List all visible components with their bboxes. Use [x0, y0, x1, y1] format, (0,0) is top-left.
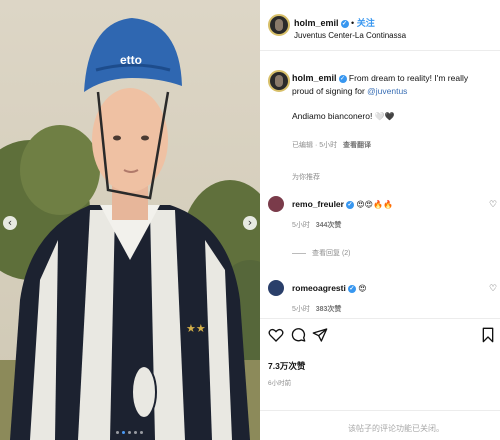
photo-illustration: etto ★★ [0, 0, 260, 440]
comment-row: remo_freuler ✓ 😍😍🔥🔥 [292, 199, 393, 209]
post-actions-bar [260, 318, 500, 389]
comment-username[interactable]: romeoagresti [292, 283, 346, 293]
comment-avatar[interactable] [268, 196, 284, 212]
share-icon[interactable] [312, 327, 328, 343]
verified-icon: ✓ [347, 284, 356, 293]
caption-emoji: 🤍🖤 [374, 112, 395, 121]
view-replies-link[interactable]: 查看回复 (2) [292, 248, 351, 258]
verified-icon: ✓ [338, 74, 347, 83]
svg-text:★★: ★★ [186, 322, 206, 335]
previous-photo-button[interactable]: ‹ [3, 216, 17, 230]
edited-label: 已编辑 [292, 142, 313, 149]
next-photo-button[interactable]: › [243, 216, 257, 230]
caption-line-2: Andiamo bianconero! [292, 111, 375, 121]
caption-author-username[interactable]: holm_emil [292, 73, 337, 83]
carousel-dot [134, 431, 137, 434]
comment-like-heart-icon[interactable]: ♡ [489, 284, 497, 294]
post-caption: holm_emil ✓ From dream to reality! I'm re… [292, 72, 492, 123]
verified-icon: ✓ [340, 19, 349, 28]
caption-author-avatar[interactable] [268, 70, 290, 92]
post-header: holm_emil ✓ • 关注 Juventus Center-La Conti… [260, 0, 500, 51]
carousel-dot [116, 431, 119, 434]
comment-time: 5小时 [292, 306, 310, 313]
follow-button[interactable]: 关注 [357, 18, 375, 28]
comment-username[interactable]: remo_freuler [292, 199, 344, 209]
comment-meta: 5小时 383次赞 [292, 304, 341, 314]
comment-row: romeoagresti ✓ 😍 [292, 283, 367, 293]
comment-meta: 5小时 344次赞 [292, 220, 341, 230]
helmet-brand-text: etto [120, 53, 142, 67]
post-location[interactable]: Juventus Center-La Continassa [294, 31, 406, 40]
heart-icon[interactable] [268, 327, 284, 343]
author-avatar[interactable] [268, 14, 290, 36]
carousel-dots [116, 431, 143, 434]
author-username[interactable]: holm_emil [294, 18, 339, 28]
carousel-dot-active [122, 431, 125, 434]
post-modal: etto ★★ ‹ › holm_emil ✓ • 关注 Juventus Cen… [0, 0, 500, 440]
comment-text: 😍😍🔥🔥 [356, 200, 393, 209]
section-label: 为你推荐 [292, 174, 320, 181]
comment-time: 5小时 [292, 222, 310, 229]
comment-text: 😍 [358, 284, 367, 293]
post-photo[interactable]: etto ★★ ‹ › [0, 0, 260, 440]
carousel-dot [140, 431, 143, 434]
comment-icon[interactable] [290, 327, 306, 343]
comment-likes[interactable]: 344次赞 [316, 222, 342, 229]
likes-count[interactable]: 7.3万次赞 [268, 360, 305, 372]
caption-time: 5小时 [319, 142, 338, 149]
caption-meta: 已编辑 · 5小时 查看翻译 [292, 142, 371, 149]
caption-mention-link[interactable]: @juventus [367, 86, 407, 96]
comment-likes[interactable]: 383次赞 [316, 306, 342, 313]
bookmark-icon[interactable] [480, 327, 496, 343]
author-username-row: holm_emil ✓ • 关注 [294, 18, 375, 28]
comments-footer: 该帖子的评论功能已关闭。 [260, 410, 500, 440]
post-time-ago: 6小时前 [268, 380, 292, 387]
comment-avatar[interactable] [268, 280, 284, 296]
see-translation-link[interactable]: 查看翻译 [343, 142, 371, 149]
verified-icon: ✓ [345, 200, 354, 209]
post-details-panel: holm_emil ✓ • 关注 Juventus Center-La Conti… [260, 0, 500, 440]
comments-disabled-text: 该帖子的评论功能已关闭。 [348, 424, 444, 433]
comment-like-heart-icon[interactable]: ♡ [489, 200, 497, 210]
carousel-dot [128, 431, 131, 434]
